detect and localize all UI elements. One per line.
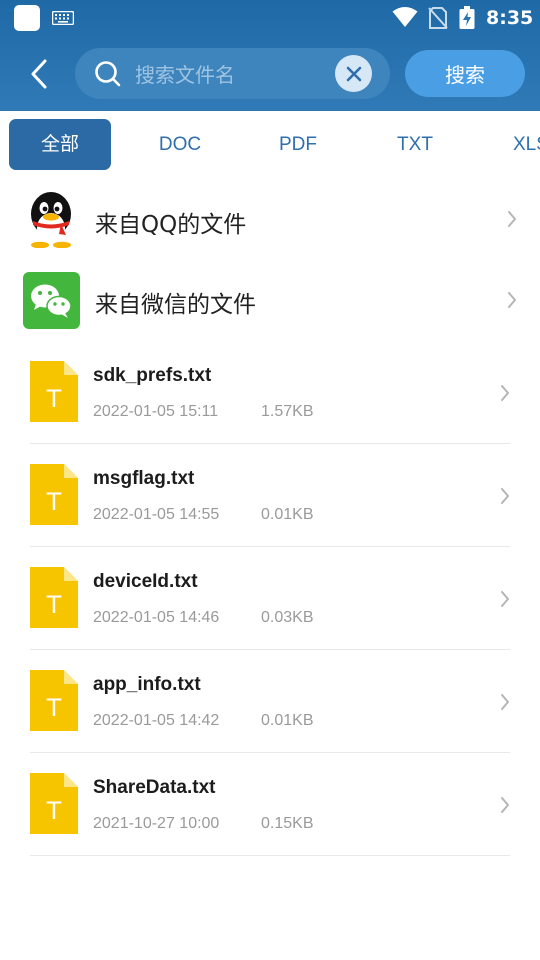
clear-search-button[interactable] <box>335 55 372 92</box>
wifi-icon <box>392 7 418 27</box>
chevron-right-icon <box>501 488 509 504</box>
chevron-right-icon <box>501 385 509 401</box>
file-name: sdk_prefs.txt <box>93 365 212 386</box>
file-row[interactable]: T sdk_prefs.txt 2022-01-05 15:11 1.57KB <box>0 341 540 444</box>
status-bar: 8:35 <box>0 0 540 36</box>
no-sim-icon <box>428 7 448 29</box>
file-row[interactable]: T deviceId.txt 2022-01-05 14:46 0.03KB <box>0 547 540 650</box>
txt-file-icon: T <box>30 464 78 525</box>
file-name: msgflag.txt <box>93 468 195 489</box>
chevron-right-icon <box>501 797 509 813</box>
source-row-qq[interactable]: 来自QQ的文件 <box>0 180 540 260</box>
svg-text:T: T <box>46 385 62 413</box>
svg-text:T: T <box>46 797 62 825</box>
file-type-tabs: 全部 DOC PDF TXT XLS <box>0 111 540 179</box>
file-row[interactable]: T msgflag.txt 2022-01-05 14:55 0.01KB <box>0 444 540 547</box>
source-row-wechat[interactable]: 来自微信的文件 <box>0 260 540 340</box>
file-size: 0.15KB <box>261 815 314 832</box>
search-input[interactable] <box>133 56 337 93</box>
tab-txt[interactable]: TXT <box>375 119 455 170</box>
txt-file-icon: T <box>30 567 78 628</box>
search-box[interactable] <box>75 48 390 99</box>
search-button[interactable]: 搜索 <box>405 50 525 97</box>
chevron-right-icon <box>508 211 516 227</box>
search-icon <box>95 61 121 87</box>
chevron-right-icon <box>501 694 509 710</box>
row-divider <box>30 855 510 856</box>
source-label: 来自QQ的文件 <box>95 212 247 238</box>
txt-file-icon: T <box>30 361 78 422</box>
file-date: 2022-01-05 15:11 <box>93 403 219 420</box>
file-size: 0.01KB <box>261 506 314 523</box>
file-name: ShareData.txt <box>93 777 216 798</box>
tab-doc[interactable]: DOC <box>140 119 220 170</box>
svg-text:T: T <box>46 488 62 516</box>
svg-text:T: T <box>46 694 62 722</box>
chevron-left-icon <box>31 59 47 89</box>
file-size: 0.03KB <box>261 609 314 626</box>
app-square-icon <box>14 5 40 31</box>
back-button[interactable] <box>22 54 56 94</box>
txt-file-icon: T <box>30 670 78 731</box>
close-icon <box>346 66 361 81</box>
tab-all[interactable]: 全部 <box>9 119 111 170</box>
tab-pdf[interactable]: PDF <box>258 119 338 170</box>
app-header: 8:35 搜索 <box>0 0 540 111</box>
file-name: deviceId.txt <box>93 571 198 592</box>
file-date: 2022-01-05 14:46 <box>93 609 220 626</box>
chevron-right-icon <box>508 292 516 308</box>
source-label: 来自微信的文件 <box>95 292 256 318</box>
status-time: 8:35 <box>486 7 534 29</box>
file-size: 1.57KB <box>261 403 314 420</box>
wechat-icon <box>23 272 80 329</box>
file-row[interactable]: T ShareData.txt 2021-10-27 10:00 0.15KB <box>0 753 540 856</box>
file-row[interactable]: T app_info.txt 2022-01-05 14:42 0.01KB <box>0 650 540 753</box>
chevron-right-icon <box>501 591 509 607</box>
file-name: app_info.txt <box>93 674 201 695</box>
keyboard-icon <box>52 11 74 25</box>
file-date: 2021-10-27 10:00 <box>93 815 220 832</box>
file-date: 2022-01-05 14:55 <box>93 506 220 523</box>
svg-text:T: T <box>46 591 62 619</box>
file-size: 0.01KB <box>261 712 314 729</box>
qq-penguin-icon <box>31 192 71 248</box>
txt-file-icon: T <box>30 773 78 834</box>
tab-xls[interactable]: XLS <box>495 119 540 170</box>
battery-charging-icon <box>459 6 475 29</box>
file-date: 2022-01-05 14:42 <box>93 712 220 729</box>
